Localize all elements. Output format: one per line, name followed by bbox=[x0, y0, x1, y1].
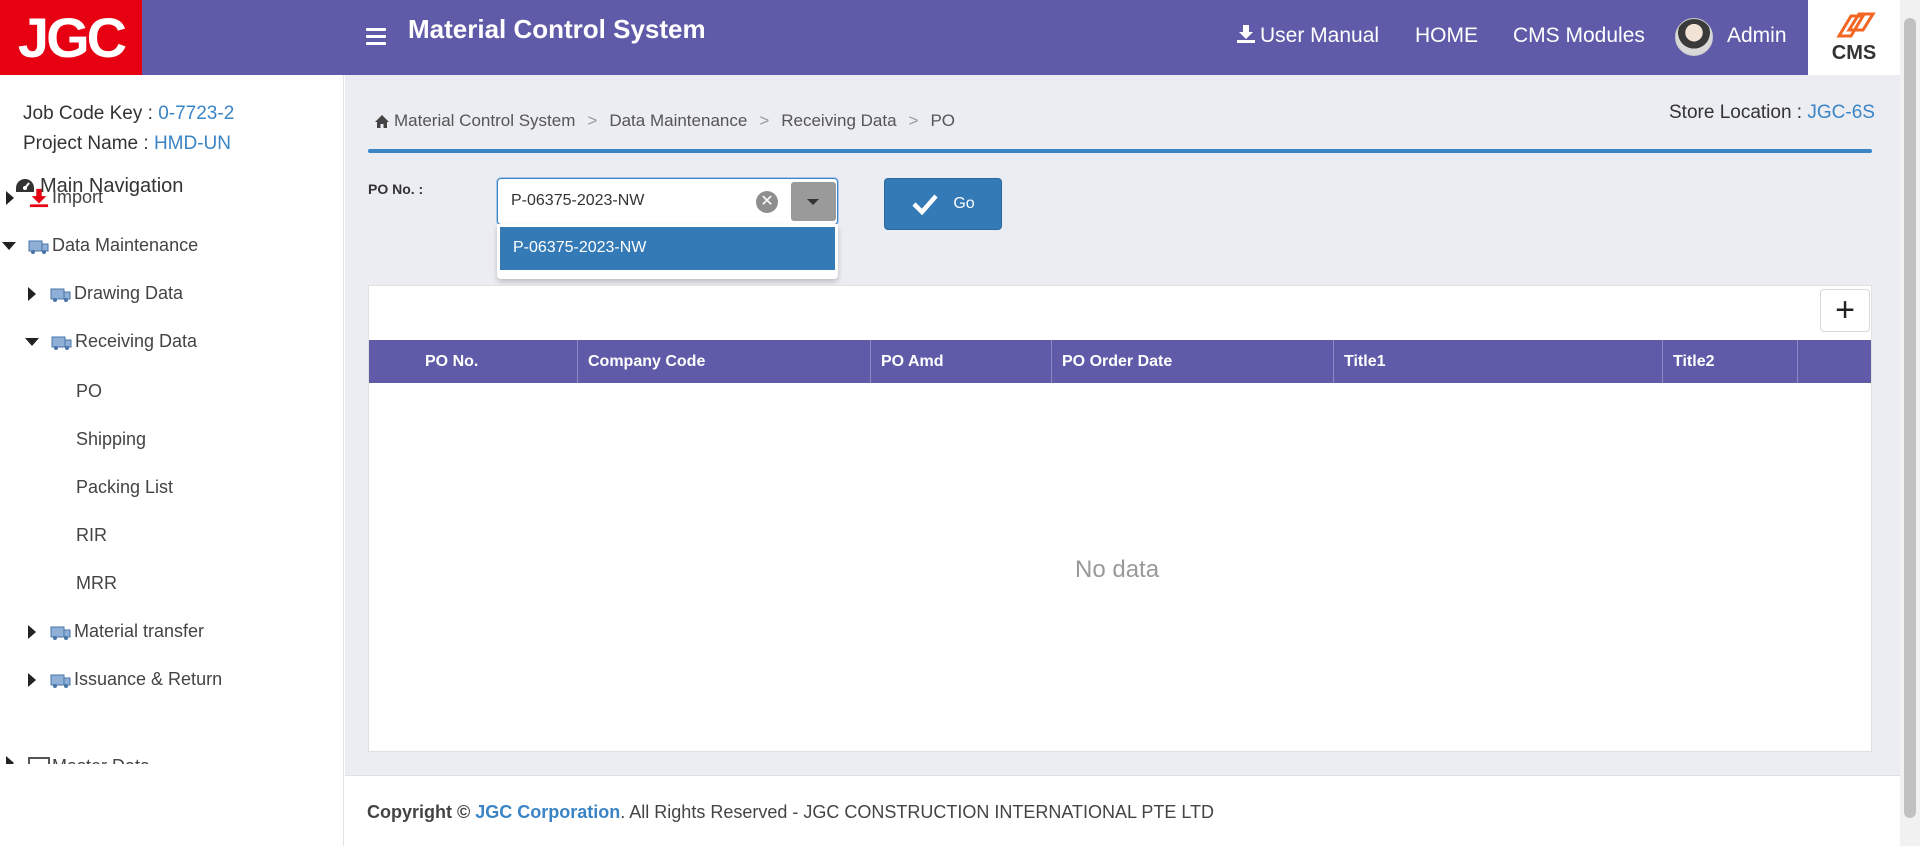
breadcrumb-separator: > bbox=[759, 111, 770, 130]
column-header-actions bbox=[1798, 340, 1871, 383]
sidebar-item-label: Receiving Data bbox=[75, 331, 198, 351]
breadcrumb-item[interactable]: Data Maintenance bbox=[609, 111, 747, 131]
corporation-link[interactable]: JGC Corporation bbox=[475, 802, 620, 822]
column-header-company-code[interactable]: Company Code bbox=[578, 340, 871, 383]
job-info: Job Code Key : 0-7723-2 Project Name : H… bbox=[23, 99, 234, 159]
copyright-label: Copyright © bbox=[367, 802, 476, 822]
job-code-label: Job Code Key : bbox=[23, 103, 159, 124]
sidebar-item-mrr[interactable]: MRR bbox=[76, 573, 117, 594]
store-location-value: JGC-6S bbox=[1807, 102, 1875, 123]
po-dropdown-list: P-06375-2023-NW bbox=[497, 224, 838, 279]
truck-icon bbox=[50, 288, 71, 302]
table-icon bbox=[28, 757, 50, 764]
breadcrumb: Material Control System > Data Maintenan… bbox=[374, 111, 955, 131]
column-header-po-no[interactable]: PO No. bbox=[369, 340, 578, 383]
copyright-rest: . All Rights Reserved - JGC CONSTRUCTION… bbox=[620, 802, 1215, 822]
caret-down-icon bbox=[2, 241, 16, 250]
po-number-label: PO No. : bbox=[368, 181, 424, 197]
hamburger-menu-icon[interactable] bbox=[366, 28, 386, 46]
sidebar-item-label: Material transfer bbox=[74, 621, 205, 641]
sidebar-item-label: Drawing Data bbox=[74, 283, 184, 303]
avatar[interactable] bbox=[1675, 18, 1713, 56]
caret-down-icon bbox=[25, 337, 39, 346]
caret-right-icon bbox=[6, 756, 14, 764]
go-label: Go bbox=[953, 195, 975, 212]
job-code-value: 0-7723-2 bbox=[158, 103, 235, 124]
truck-icon bbox=[50, 674, 71, 688]
truck-icon bbox=[51, 336, 72, 350]
sidebar-item-material-transfer[interactable]: Material transfer bbox=[28, 621, 204, 642]
user-manual-label: User Manual bbox=[1260, 24, 1380, 47]
home-icon bbox=[375, 114, 389, 128]
home-link[interactable]: HOME bbox=[1415, 24, 1478, 48]
sidebar-item-receiving-data[interactable]: Receiving Data bbox=[25, 331, 197, 352]
sidebar-item-drawing-data[interactable]: Drawing Data bbox=[28, 283, 183, 304]
copyright-text: Copyright © JGC Corporation. All Rights … bbox=[367, 802, 1214, 823]
store-location-label: Store Location : bbox=[1669, 102, 1808, 123]
sidebar-item-label: Import bbox=[52, 187, 104, 207]
sidebar-item-packing-list[interactable]: Packing List bbox=[76, 477, 173, 498]
cms-logo-icon bbox=[1836, 12, 1876, 38]
breadcrumb-separator: > bbox=[587, 111, 598, 130]
sidebar-item-shipping[interactable]: Shipping bbox=[76, 429, 146, 450]
sidebar-item-po[interactable]: PO bbox=[76, 381, 102, 402]
caret-right-icon bbox=[28, 286, 36, 301]
divider bbox=[368, 149, 1872, 153]
column-header-title2[interactable]: Title2 bbox=[1663, 340, 1798, 383]
user-name[interactable]: Admin bbox=[1727, 24, 1787, 48]
footer: Copyright © JGC Corporation. All Rights … bbox=[345, 775, 1900, 846]
project-name-value: HMD-UN bbox=[153, 133, 231, 154]
breadcrumb-item-current: PO bbox=[930, 111, 956, 130]
breadcrumb-separator: > bbox=[908, 111, 919, 130]
store-location: Store Location : JGC-6S bbox=[1669, 102, 1875, 124]
column-header-po-order-date[interactable]: PO Order Date bbox=[1052, 340, 1334, 383]
breadcrumb-item[interactable]: Receiving Data bbox=[781, 111, 896, 131]
sidebar-item-issuance-return[interactable]: Issuance & Return bbox=[28, 669, 222, 690]
sidebar-item-import[interactable]: Import bbox=[6, 187, 103, 208]
cms-logo[interactable]: CMS bbox=[1808, 0, 1900, 75]
dropdown-option[interactable]: P-06375-2023-NW bbox=[500, 227, 835, 270]
sidebar-item-rir[interactable]: RIR bbox=[76, 525, 107, 546]
sidebar-item-label: Master Data bbox=[52, 756, 150, 764]
column-header-po-amd[interactable]: PO Amd bbox=[871, 340, 1052, 383]
sidebar-item-master-data[interactable]: Master Data bbox=[6, 756, 150, 764]
sidebar-item-label: Data Maintenance bbox=[52, 235, 199, 255]
go-button[interactable]: Go bbox=[884, 178, 1002, 230]
caret-right-icon bbox=[28, 624, 36, 639]
grid-header: PO No. Company Code PO Amd PO Order Date… bbox=[369, 340, 1871, 383]
sidebar: Job Code Key : 0-7723-2 Project Name : H… bbox=[0, 75, 344, 846]
jgc-logo[interactable]: JGC bbox=[0, 0, 142, 75]
user-manual-link[interactable]: User Manual bbox=[1236, 24, 1379, 48]
add-button[interactable]: + bbox=[1820, 289, 1870, 332]
column-header-title1[interactable]: Title1 bbox=[1334, 340, 1663, 383]
truck-icon bbox=[28, 240, 49, 254]
no-data-message: No data bbox=[1075, 556, 1160, 583]
top-header: JGC Material Control System User Manual … bbox=[0, 0, 1900, 75]
cms-modules-link[interactable]: CMS Modules bbox=[1513, 24, 1645, 48]
scrollbar[interactable] bbox=[1900, 0, 1920, 846]
chevron-down-icon[interactable] bbox=[791, 182, 836, 221]
po-number-select[interactable]: P-06375-2023-NW ✕ bbox=[497, 178, 838, 225]
clear-icon[interactable]: ✕ bbox=[756, 191, 778, 213]
truck-icon bbox=[50, 626, 71, 640]
check-icon bbox=[912, 194, 939, 215]
caret-right-icon bbox=[28, 672, 36, 687]
scrollbar-thumb[interactable] bbox=[1904, 18, 1916, 818]
po-number-value: P-06375-2023-NW bbox=[511, 192, 645, 209]
sidebar-item-label: Issuance & Return bbox=[74, 669, 223, 689]
breadcrumb-item[interactable]: Material Control System bbox=[394, 111, 575, 131]
sidebar-item-data-maintenance[interactable]: Data Maintenance bbox=[2, 235, 198, 256]
project-name-label: Project Name : bbox=[23, 133, 154, 154]
caret-right-icon bbox=[6, 190, 14, 205]
app-title: Material Control System bbox=[408, 14, 706, 44]
cms-logo-text: CMS bbox=[1831, 42, 1877, 64]
download-icon bbox=[29, 188, 49, 207]
download-icon bbox=[1237, 25, 1255, 43]
